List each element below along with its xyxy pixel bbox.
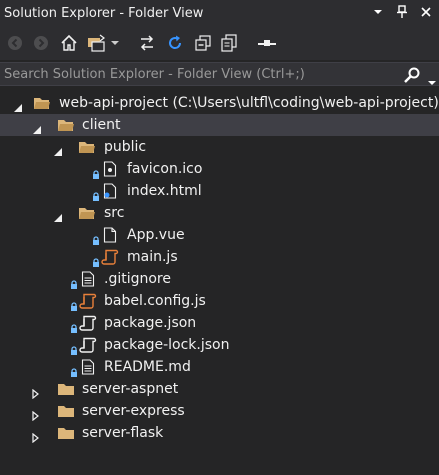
refresh-icon[interactable] (164, 32, 186, 54)
image-file-icon (103, 161, 117, 177)
lock-icon (70, 341, 78, 355)
json-file-icon (79, 337, 97, 353)
tree-item-label: App.vue (127, 227, 185, 243)
show-all-files-icon[interactable] (218, 32, 240, 54)
tree-item-label: package.json (104, 315, 197, 331)
close-icon[interactable] (419, 4, 433, 20)
window-menu-dropdown-icon[interactable] (371, 4, 385, 20)
expanded-arrow-icon[interactable] (13, 98, 23, 112)
tree-item-index-html[interactable]: index.html (0, 180, 439, 202)
sync-with-active-document-icon[interactable] (136, 32, 158, 54)
tree-item-package-json[interactable]: package.json (0, 312, 439, 334)
tree-item-label: server-aspnet (82, 381, 179, 397)
tree-item-server-express[interactable]: server-express (0, 400, 439, 422)
search-icon[interactable] (403, 65, 425, 85)
tree-item-main-js[interactable]: main.js (0, 246, 439, 268)
tree-item-label: main.js (127, 249, 178, 265)
back-icon[interactable] (4, 32, 26, 54)
search-input[interactable] (0, 63, 390, 85)
tree-item-src[interactable]: src (0, 202, 439, 224)
javascript-file-icon (79, 293, 97, 309)
folder-open-icon (78, 205, 96, 221)
tree-item-label: favicon.ico (127, 161, 203, 177)
lock-icon (92, 165, 100, 179)
folder-icon (57, 381, 75, 397)
tree-item-label: server-express (82, 403, 185, 419)
tree-item-client[interactable]: client (0, 114, 439, 136)
home-icon[interactable] (58, 32, 80, 54)
tree-item-label: web-api-project (C:\Users\ultfl\coding\w… (59, 95, 439, 111)
javascript-file-icon (101, 249, 119, 265)
expanded-arrow-icon[interactable] (32, 120, 42, 134)
tree-item-server-aspnet[interactable]: server-aspnet (0, 378, 439, 400)
expanded-arrow-icon[interactable] (53, 208, 63, 222)
tree-item-root[interactable]: web-api-project (C:\Users\ultfl\coding\w… (0, 92, 439, 114)
lock-icon (70, 319, 78, 333)
tree-item-label: .gitignore (104, 271, 171, 287)
lock-icon (70, 275, 78, 289)
search-bar (0, 62, 439, 86)
window-title: Solution Explorer - Folder View (4, 5, 204, 21)
tree-item-favicon[interactable]: favicon.ico (0, 158, 439, 180)
tree-item-label: README.md (104, 359, 191, 375)
lock-icon (92, 253, 100, 267)
expanded-arrow-icon[interactable] (53, 142, 63, 156)
json-file-icon (79, 315, 97, 331)
collapsed-arrow-icon[interactable] (31, 428, 41, 444)
folder-open-icon (78, 139, 96, 155)
tree-item-label: babel.config.js (104, 293, 206, 309)
title-bar: Solution Explorer - Folder View (0, 0, 439, 26)
tree-item-label: package-lock.json (104, 337, 230, 353)
text-file-icon (81, 359, 95, 375)
lock-icon (70, 363, 78, 377)
tree-item-babel-config[interactable]: babel.config.js (0, 290, 439, 312)
tree-item-label: index.html (127, 183, 202, 199)
tree-item-label: server-flask (82, 425, 164, 441)
folder-open-icon (33, 95, 51, 111)
properties-icon[interactable] (256, 32, 278, 54)
lock-icon (70, 297, 78, 311)
tree-item-label: client (82, 117, 121, 133)
collapse-all-icon[interactable] (192, 32, 214, 54)
tree-item-label: src (104, 205, 125, 221)
tree-item-readme[interactable]: README.md (0, 356, 439, 378)
lock-icon (92, 231, 100, 245)
folder-icon (57, 403, 75, 419)
tree-item-public[interactable]: public (0, 136, 439, 158)
html-file-icon (103, 183, 117, 199)
tree-item-app-vue[interactable]: App.vue (0, 224, 439, 246)
search-options-dropdown-icon[interactable] (428, 71, 436, 85)
switch-views-icon[interactable] (86, 32, 108, 54)
tree-item-server-flask[interactable]: server-flask (0, 422, 439, 444)
folder-open-icon (57, 117, 75, 133)
pin-icon[interactable] (395, 4, 409, 20)
tree-item-gitignore[interactable]: .gitignore (0, 268, 439, 290)
collapsed-arrow-icon[interactable] (31, 406, 41, 422)
text-file-icon (81, 271, 95, 287)
forward-icon[interactable] (30, 32, 52, 54)
tree-item-label: public (104, 139, 147, 155)
collapsed-arrow-icon[interactable] (31, 384, 41, 400)
switch-views-dropdown-icon[interactable] (108, 32, 122, 54)
tree-item-package-lock-json[interactable]: package-lock.json (0, 334, 439, 356)
toolbar (0, 26, 439, 60)
lock-icon (92, 187, 100, 201)
folder-icon (57, 425, 75, 441)
file-icon (103, 227, 117, 243)
